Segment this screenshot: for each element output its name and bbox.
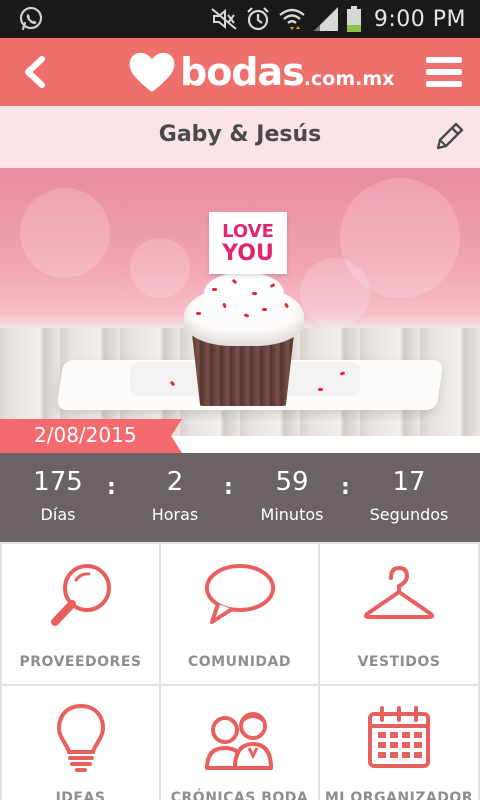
- countdown-separator: :: [224, 475, 233, 500]
- tile-vestidos[interactable]: VESTIDOS: [320, 544, 478, 684]
- whatsapp-icon: [19, 6, 43, 31]
- pencil-icon: [436, 122, 464, 150]
- love-you-card: LOVE YOU: [209, 212, 287, 274]
- couple-names: Gaby & Jesús: [158, 122, 322, 147]
- calendar-icon: [368, 706, 430, 768]
- tile-label: IDEAS: [55, 790, 106, 800]
- back-button[interactable]: [10, 46, 60, 98]
- countdown-value: 17: [392, 467, 426, 497]
- alarm-icon: [247, 7, 269, 31]
- countdown-seconds: 17 Segundos: [354, 467, 464, 524]
- tile-label: PROVEEDORES: [19, 654, 142, 670]
- app-bar: bodas .com.mx: [0, 38, 480, 106]
- hero-image: LOVE YOU: [0, 168, 480, 436]
- logo-wordmark: bodas: [180, 50, 305, 94]
- signal-icon: [313, 7, 338, 31]
- tile-label: VESTIDOS: [357, 654, 441, 670]
- countdown-hours: 2 Horas: [120, 467, 230, 524]
- status-clock: 9:00 PM: [373, 6, 466, 32]
- countdown-separator: :: [341, 475, 350, 500]
- tile-label: MI ORGANIZADOR: [324, 790, 474, 800]
- back-icon: [25, 56, 45, 88]
- tile-cronicas-boda[interactable]: CRÓNICAS BODA: [161, 686, 318, 800]
- battery-icon: [346, 6, 361, 32]
- countdown-separator: :: [107, 475, 116, 500]
- heart-logo-icon: [129, 52, 175, 92]
- countdown-minutes: 59 Minutos: [237, 467, 347, 524]
- hanger-icon: [363, 565, 435, 619]
- menu-icon: [426, 57, 462, 87]
- tile-proveedores[interactable]: PROVEEDORES: [2, 544, 159, 684]
- countdown-label: Minutos: [260, 505, 324, 524]
- menu-button[interactable]: [418, 46, 470, 98]
- magnifier-icon: [50, 564, 111, 626]
- menu-grid: PROVEEDORES COMUNIDAD VESTIDOS IDEAS CRÓ…: [0, 542, 480, 800]
- lightbulb-icon: [56, 703, 105, 772]
- tile-ideas[interactable]: IDEAS: [2, 686, 159, 800]
- tile-label: COMUNIDAD: [188, 654, 291, 670]
- chat-bubble-icon: [204, 564, 275, 624]
- card-line-2: YOU: [222, 241, 274, 266]
- wedding-date-ribbon: 2/08/2015: [0, 419, 182, 453]
- tile-label: CRÓNICAS BODA: [170, 790, 309, 800]
- tile-mi-organizador[interactable]: MI ORGANIZADOR: [320, 686, 478, 800]
- card-line-1: LOVE: [222, 221, 274, 242]
- couple-icon: [204, 712, 273, 770]
- countdown-days: 175 Días: [3, 467, 113, 524]
- couple-header: Gaby & Jesús: [0, 106, 480, 168]
- wifi-icon: [279, 8, 305, 30]
- mute-icon: [211, 8, 237, 30]
- countdown-label: Horas: [151, 505, 199, 524]
- wedding-date: 2/08/2015: [34, 423, 137, 447]
- countdown-value: 59: [275, 467, 309, 497]
- countdown-value: 2: [166, 467, 184, 497]
- app-logo: bodas .com.mx: [128, 44, 394, 100]
- countdown-value: 175: [33, 467, 83, 497]
- logo-domain: .com.mx: [303, 68, 395, 90]
- countdown-label: Segundos: [369, 505, 449, 524]
- status-bar: 9:00 PM: [0, 0, 480, 38]
- edit-button[interactable]: [432, 120, 466, 154]
- countdown: 175 Días : 2 Horas : 59 Minutos : 17 Seg…: [0, 453, 480, 542]
- countdown-label: Días: [40, 505, 76, 524]
- tile-comunidad[interactable]: COMUNIDAD: [161, 544, 318, 684]
